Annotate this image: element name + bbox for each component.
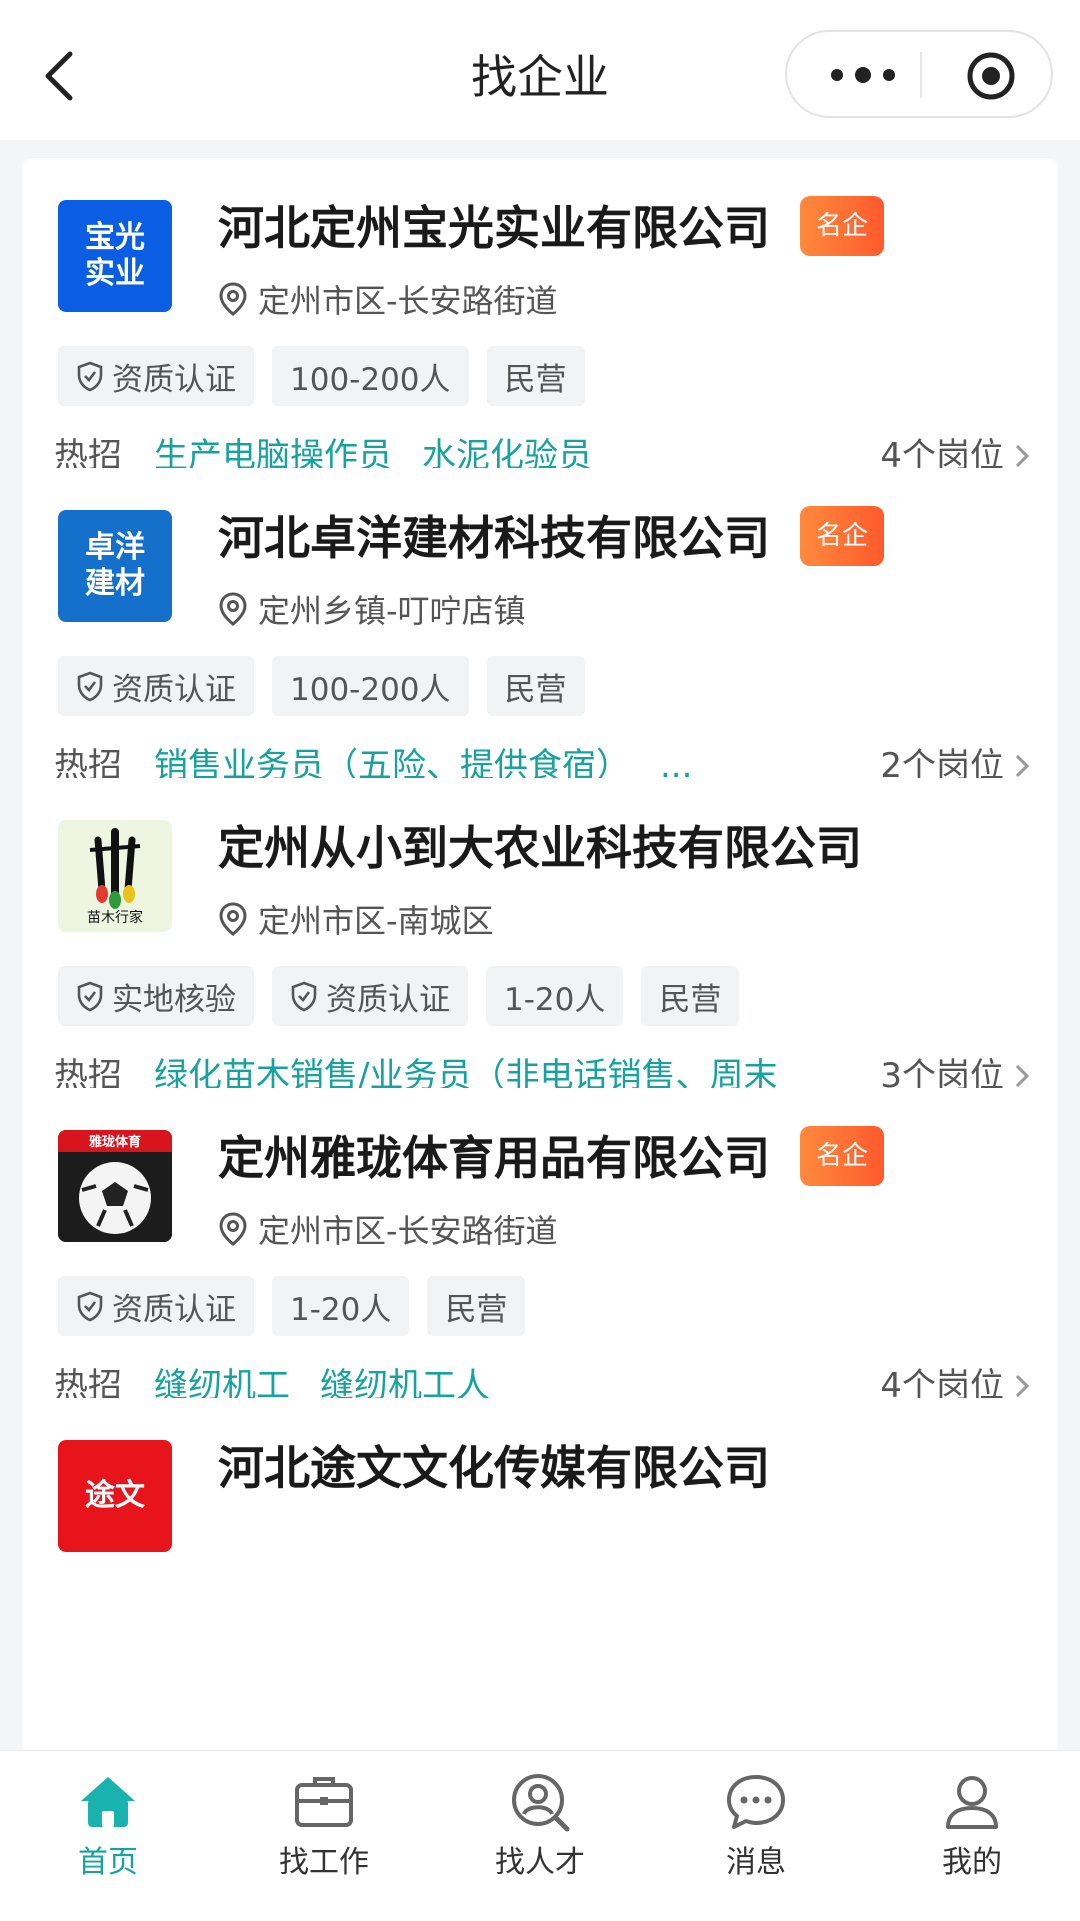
- shield-check-icon: [77, 981, 103, 1012]
- tab-messages[interactable]: 消息: [648, 1769, 864, 1899]
- company-location: 定州市区-长安路街道: [218, 1204, 558, 1254]
- mini-program-capsule: [785, 30, 1053, 118]
- company-logo: 卓洋 建材: [58, 510, 172, 622]
- famous-company-badge: 名企: [800, 506, 884, 566]
- location-pin-icon: [219, 902, 247, 936]
- company-name: 定州雅珑体育用品有限公司: [218, 1131, 770, 1185]
- tag-ownership: 民营: [641, 966, 740, 1026]
- svg-text:苗木行家: 苗木行家: [87, 909, 143, 926]
- tab-label: 找人才: [495, 1845, 585, 1880]
- tag-size: 1-20人: [486, 966, 624, 1026]
- tag-size: 100-200人: [272, 656, 469, 716]
- profile-icon: [946, 1776, 998, 1829]
- tab-find-talent[interactable]: 找人才: [432, 1769, 648, 1899]
- location-pin-icon: [219, 592, 247, 626]
- capsule-divider: [920, 52, 922, 98]
- seedling-logo-image: 苗木行家: [87, 828, 143, 926]
- tab-label: 找工作: [279, 1845, 369, 1880]
- close-target-icon[interactable]: [965, 50, 1017, 102]
- company-name: 河北定州宝光实业有限公司: [218, 201, 770, 255]
- tag-certified: 资质认证: [272, 966, 468, 1026]
- tag-ownership: 民营: [486, 656, 585, 716]
- more-icon[interactable]: [823, 52, 903, 98]
- company-card[interactable]: 雅珑体育 定州雅珑体育用品有限公司 名企 定州市区-长安路街道 资质认证 1-2…: [22, 1088, 1058, 1444]
- company-card[interactable]: 卓洋 建材 河北卓洋建材科技有限公司 名企 定州乡镇-叮咛店镇 资质认证 100-…: [22, 468, 1058, 824]
- tag-onsite-verified: 实地核验: [58, 966, 254, 1026]
- tag-ownership: 民营: [486, 346, 585, 406]
- tag-certified: 资质认证: [58, 656, 254, 716]
- company-location: 定州市区-南城区: [218, 894, 494, 944]
- company-location: 定州市区-长安路街道: [218, 274, 558, 324]
- tab-mine[interactable]: 我的: [864, 1769, 1080, 1899]
- company-card[interactable]: 苗木行家 定州从小到大农业科技有限公司 定州市区-南城区 实地核验 资质认证 1…: [22, 778, 1058, 1134]
- svg-text:雅珑体育: 雅珑体育: [89, 1134, 141, 1150]
- tab-find-job[interactable]: 找工作: [216, 1769, 432, 1899]
- company-list: 宝光 实业 河北定州宝光实业有限公司 名企 定州市区-长安路街道 资质认证 100…: [0, 140, 1080, 1750]
- tab-label: 首页: [78, 1845, 138, 1880]
- company-name: 河北途文文化传媒有限公司: [218, 1441, 770, 1495]
- tag-size: 1-20人: [272, 1276, 410, 1336]
- company-tags: 资质认证 100-200人 民营: [58, 656, 585, 716]
- location-pin-icon: [219, 1212, 247, 1246]
- nav-bar: 找企业: [0, 0, 1080, 140]
- company-logo: 宝光 实业: [58, 200, 172, 312]
- tab-home[interactable]: 首页: [0, 1769, 216, 1899]
- message-icon: [727, 1775, 785, 1829]
- company-card[interactable]: 宝光 实业 河北定州宝光实业有限公司 名企 定州市区-长安路街道 资质认证 100…: [22, 158, 1058, 514]
- person-search-icon: [512, 1774, 570, 1832]
- home-icon: [81, 1777, 135, 1827]
- company-logo: 雅珑体育: [58, 1130, 172, 1242]
- chevron-right-icon: [1015, 444, 1030, 468]
- briefcase-icon: [295, 1777, 353, 1827]
- tab-label: 我的: [942, 1845, 1002, 1880]
- bottom-tab-bar: 首页 找工作 找人才 消息 我的: [0, 1750, 1080, 1921]
- shield-check-icon: [77, 671, 103, 702]
- tab-label: 消息: [726, 1845, 786, 1880]
- company-card[interactable]: 途文 河北途文文化传媒有限公司: [22, 1398, 1058, 1750]
- company-logo: 途文: [58, 1440, 172, 1552]
- shield-check-icon: [291, 981, 317, 1012]
- company-name: 定州从小到大农业科技有限公司: [218, 821, 862, 875]
- chevron-right-icon: [1015, 754, 1030, 778]
- tag-certified: 资质认证: [58, 346, 254, 406]
- tag-size: 100-200人: [272, 346, 469, 406]
- tag-certified: 资质认证: [58, 1276, 254, 1336]
- tag-ownership: 民营: [427, 1276, 526, 1336]
- chevron-right-icon: [1015, 1064, 1030, 1088]
- shield-check-icon: [77, 1291, 103, 1322]
- company-name: 河北卓洋建材科技有限公司: [218, 511, 770, 565]
- shield-check-icon: [77, 361, 103, 392]
- soccer-ball-logo-image: 雅珑体育: [58, 1130, 172, 1242]
- company-tags: 资质认证 100-200人 民营: [58, 346, 585, 406]
- company-location: 定州乡镇-叮咛店镇: [218, 584, 526, 634]
- location-pin-icon: [219, 282, 247, 316]
- famous-company-badge: 名企: [800, 1126, 884, 1186]
- company-tags: 实地核验 资质认证 1-20人 民营: [58, 966, 740, 1026]
- company-logo: 苗木行家: [58, 820, 172, 932]
- famous-company-badge: 名企: [800, 196, 884, 256]
- chevron-right-icon: [1015, 1374, 1030, 1398]
- company-tags: 资质认证 1-20人 民营: [58, 1276, 526, 1336]
